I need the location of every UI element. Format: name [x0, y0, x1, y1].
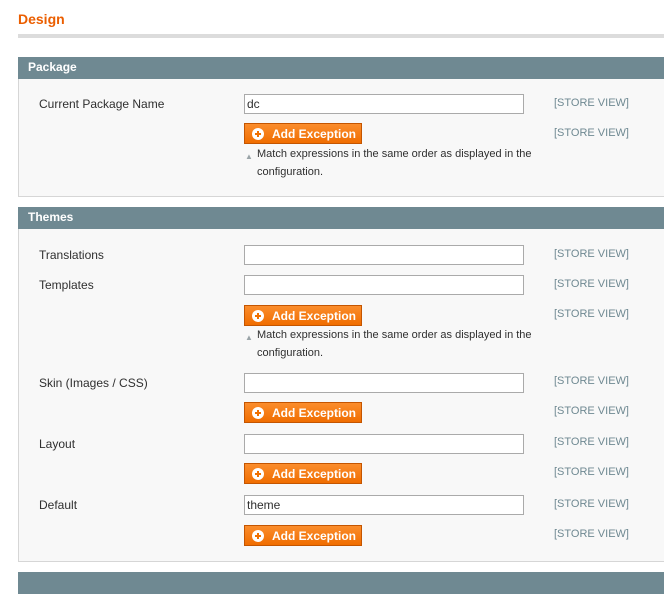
add-exception-button-skin[interactable]: Add Exception — [244, 402, 362, 423]
note-text: Match expressions in the same order as d… — [257, 329, 532, 359]
plus-circle-icon — [252, 406, 264, 419]
field-label-templates: Templates — [39, 278, 94, 292]
scope-label: [STORE VIEW] — [554, 97, 629, 109]
translations-input[interactable] — [244, 245, 524, 265]
field-label-skin: Skin (Images / CSS) — [39, 376, 148, 390]
scope-label: [STORE VIEW] — [554, 127, 629, 139]
match-note-templates: ▲ Match expressions in the same order as… — [244, 326, 534, 362]
layout-input[interactable] — [244, 434, 524, 454]
plus-circle-icon — [252, 467, 264, 480]
field-label-current-package-name: Current Package Name — [39, 97, 165, 111]
add-exception-label: Add Exception — [272, 528, 357, 543]
add-exception-label: Add Exception — [272, 308, 357, 323]
add-exception-button-layout[interactable]: Add Exception — [244, 463, 362, 484]
plus-circle-icon — [252, 309, 264, 322]
add-exception-button-default[interactable]: Add Exception — [244, 525, 362, 546]
scope-label: [STORE VIEW] — [554, 375, 629, 387]
match-note-package: ▲ Match expressions in the same order as… — [244, 145, 534, 181]
field-label-translations: Translations — [39, 248, 104, 262]
plus-circle-icon — [252, 127, 264, 140]
section-header-package[interactable]: Package — [18, 57, 664, 79]
note-text: Match expressions in the same order as d… — [257, 148, 532, 178]
default-input[interactable] — [244, 495, 524, 515]
scope-label: [STORE VIEW] — [554, 308, 629, 320]
templates-input[interactable] — [244, 275, 524, 295]
add-exception-label: Add Exception — [272, 405, 357, 420]
scope-label: [STORE VIEW] — [554, 405, 629, 417]
scope-label: [STORE VIEW] — [554, 278, 629, 290]
scope-label: [STORE VIEW] — [554, 466, 629, 478]
scope-label: [STORE VIEW] — [554, 498, 629, 510]
field-label-default: Default — [39, 498, 78, 512]
current-package-name-input[interactable] — [244, 94, 524, 114]
plus-circle-icon — [252, 529, 264, 542]
title-divider — [18, 34, 664, 38]
section-header-next[interactable] — [18, 572, 664, 594]
scope-label: [STORE VIEW] — [554, 528, 629, 540]
add-exception-button-package[interactable]: Add Exception — [244, 123, 362, 144]
scope-label: [STORE VIEW] — [554, 248, 629, 260]
add-exception-button-templates[interactable]: Add Exception — [244, 305, 362, 326]
triangle-up-icon: ▲ — [245, 152, 253, 161]
section-header-themes[interactable]: Themes — [18, 207, 664, 229]
add-exception-label: Add Exception — [272, 466, 357, 481]
triangle-up-icon: ▲ — [245, 333, 253, 342]
add-exception-label: Add Exception — [272, 126, 357, 141]
skin-input[interactable] — [244, 373, 524, 393]
scope-label: [STORE VIEW] — [554, 436, 629, 448]
field-label-layout: Layout — [39, 437, 76, 451]
page-title: Design — [18, 11, 65, 27]
